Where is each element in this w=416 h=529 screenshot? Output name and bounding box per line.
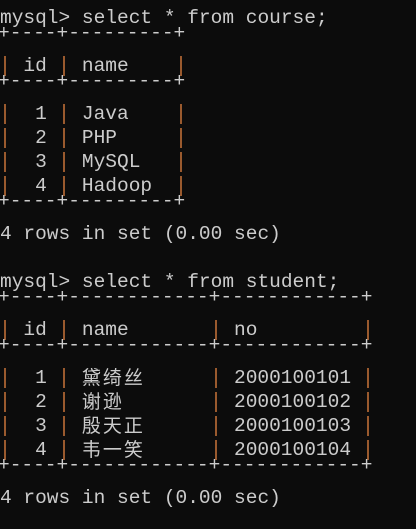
cell-id: 2	[35, 127, 47, 149]
cell-id: 1	[35, 103, 47, 125]
cell-name: 谢逊	[81, 391, 124, 413]
column-separator	[179, 104, 182, 124]
column-separator	[214, 416, 217, 436]
result-summary: 4 rows in set (0.00 sec)	[0, 487, 281, 509]
table-border: +----+---------+	[0, 22, 186, 44]
result-summary: 4 rows in set (0.00 sec)	[0, 223, 281, 245]
cell-no: 2000100101	[234, 367, 352, 389]
table-border: +----+---------+	[0, 190, 186, 212]
cell-name: 殷天正	[81, 415, 145, 437]
table-row: 1 Java	[0, 102, 416, 126]
cell-name: MySQL	[81, 151, 141, 173]
column-separator	[62, 392, 65, 412]
cell-name: PHP	[81, 127, 117, 149]
cell-id: 3	[35, 415, 47, 437]
column-separator	[179, 128, 182, 148]
cell-no: 2000100102	[234, 391, 352, 413]
table-border: +----+---------+	[0, 70, 186, 92]
cell-id: 2	[35, 391, 47, 413]
cell-name: 黛绮丝	[81, 367, 145, 389]
table-border: +----+------------+------------+	[0, 454, 373, 476]
column-separator	[62, 416, 65, 436]
cell-no: 2000100103	[234, 415, 352, 437]
column-separator	[214, 368, 217, 388]
cell-name: Java	[81, 103, 129, 125]
column-separator	[62, 152, 65, 172]
column-separator	[62, 104, 65, 124]
cell-id: 1	[35, 367, 47, 389]
table-border: +----+------------+------------+	[0, 286, 373, 308]
table-row: 3 殷天正 2000100103	[0, 414, 416, 438]
column-separator	[62, 128, 65, 148]
table-row: 3 MySQL	[0, 150, 416, 174]
column-separator	[214, 392, 217, 412]
column-separator	[179, 152, 182, 172]
column-separator	[366, 368, 369, 388]
table-border: +----+------------+------------+	[0, 334, 373, 356]
column-separator	[366, 416, 369, 436]
cell-id: 3	[35, 151, 47, 173]
table-row: 1 黛绮丝 2000100101	[0, 366, 416, 390]
column-separator	[366, 392, 369, 412]
column-separator	[62, 368, 65, 388]
table-row: 2 PHP	[0, 126, 416, 150]
table-row: 2 谢逊 2000100102	[0, 390, 416, 414]
